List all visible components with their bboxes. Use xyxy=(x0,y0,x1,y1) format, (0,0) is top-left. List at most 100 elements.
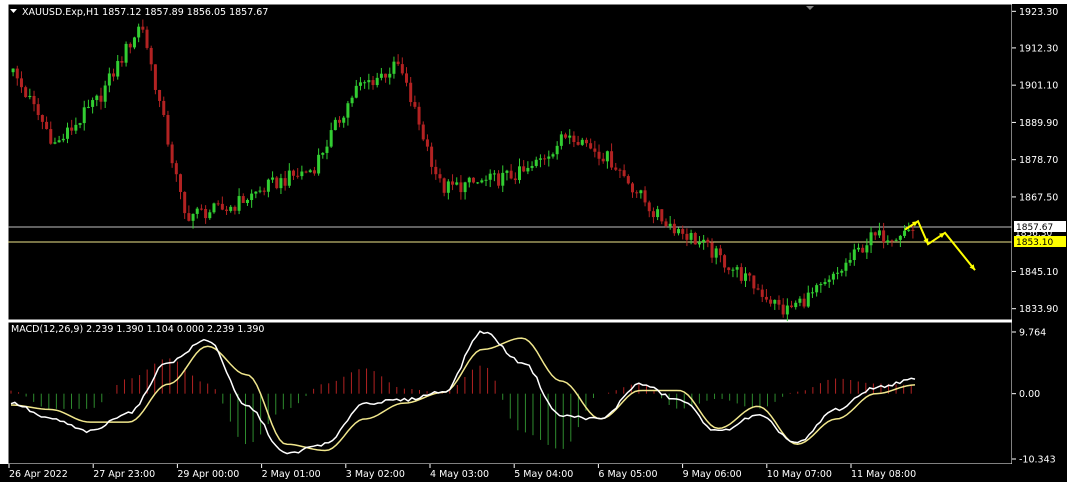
candle-body xyxy=(697,241,701,245)
macd-panel-area[interactable] xyxy=(7,321,1013,465)
candle-body xyxy=(664,221,668,227)
candle-body xyxy=(212,203,216,213)
chart-canvas[interactable]: XAUUSD.Exp,H1 1857.12 1857.89 1856.05 18… xyxy=(0,0,1067,482)
candle-body xyxy=(91,100,95,107)
candle-body xyxy=(258,190,262,192)
candle-body xyxy=(614,167,618,170)
candle-body xyxy=(241,196,245,203)
price-label: 1901.10 xyxy=(1019,81,1058,92)
candle-body xyxy=(501,172,505,186)
candle-body xyxy=(304,171,308,173)
candle-body xyxy=(417,106,421,125)
candle-body xyxy=(409,82,413,103)
candle-body xyxy=(170,144,174,164)
candle-body xyxy=(183,191,187,214)
candle-body xyxy=(208,212,212,219)
candle-body xyxy=(798,298,802,303)
chart-window[interactable]: XAUUSD.Exp,H1 1857.12 1857.89 1856.05 18… xyxy=(0,0,1067,482)
candle-body xyxy=(296,175,300,177)
candle-body xyxy=(375,77,379,86)
candle-body xyxy=(358,82,362,86)
candle-body xyxy=(597,151,601,159)
candle-body xyxy=(572,135,576,143)
candle-body xyxy=(727,267,731,271)
candle-body xyxy=(396,61,400,65)
candle-body xyxy=(894,239,898,241)
candle-body xyxy=(576,142,580,145)
candle-body xyxy=(601,158,605,162)
candle-body xyxy=(626,176,630,184)
candle-body xyxy=(388,73,392,78)
candle-body xyxy=(275,177,279,189)
candle-body xyxy=(898,235,902,240)
candle-body xyxy=(580,139,584,145)
candle-body xyxy=(325,146,329,153)
candle-body xyxy=(530,165,534,168)
time-label: 11 May 08:00 xyxy=(851,469,916,480)
candle-body xyxy=(718,248,722,256)
candle-body xyxy=(128,43,132,48)
candle-body xyxy=(476,182,480,184)
candle-body xyxy=(543,158,547,160)
candle-body xyxy=(651,211,655,218)
candle-body xyxy=(78,123,82,125)
candle-body xyxy=(748,273,752,276)
main-chart-area[interactable] xyxy=(7,3,1013,321)
candle-body xyxy=(660,209,664,222)
candle-body xyxy=(283,178,287,186)
main-chart-title: XAUUSD.Exp,H1 1857.12 1857.89 1856.05 18… xyxy=(22,7,268,18)
candle-body xyxy=(559,134,563,146)
candle-body xyxy=(681,229,685,234)
candle-body xyxy=(455,182,459,185)
candle-body xyxy=(220,203,224,210)
candle-body xyxy=(446,181,450,193)
candle-body xyxy=(760,289,764,297)
candle-body xyxy=(739,267,743,281)
candle-body xyxy=(233,206,237,211)
candle-body xyxy=(647,202,651,212)
time-label: 2 May 01:00 xyxy=(262,469,321,480)
candle-body xyxy=(262,190,266,192)
candle-body xyxy=(723,255,727,268)
candle-body xyxy=(287,170,291,186)
candle-body xyxy=(82,107,86,124)
candle-body xyxy=(36,104,40,116)
candle-body xyxy=(384,73,388,78)
candle-body xyxy=(392,61,396,74)
candle-body xyxy=(162,100,166,116)
candle-body xyxy=(589,143,593,149)
candle-body xyxy=(882,230,886,243)
candle-body xyxy=(764,296,768,300)
candle-body xyxy=(254,191,258,194)
candle-body xyxy=(442,178,446,193)
price-label: 1889.90 xyxy=(1019,118,1058,129)
price-label: 1912.30 xyxy=(1019,43,1058,54)
candle-body xyxy=(773,299,777,304)
candle-body xyxy=(216,203,220,205)
price-label: 1833.90 xyxy=(1019,304,1058,315)
candle-body xyxy=(672,223,676,234)
candle-body xyxy=(538,158,542,160)
candle-body xyxy=(509,170,513,179)
time-label: 6 May 05:00 xyxy=(598,469,657,480)
candle-body xyxy=(19,78,23,88)
candle-body xyxy=(815,285,819,293)
candle-body xyxy=(903,230,907,236)
candle-body xyxy=(631,183,634,193)
candle-body xyxy=(166,115,170,145)
candle-body xyxy=(618,169,622,171)
candle-body xyxy=(844,262,848,271)
candle-body xyxy=(107,73,111,86)
candle-body xyxy=(204,209,208,219)
candle-body xyxy=(534,159,538,166)
candle-body xyxy=(363,82,367,84)
candle-body xyxy=(518,166,521,181)
candle-body xyxy=(413,102,417,107)
candle-body xyxy=(693,232,697,245)
candle-body xyxy=(434,166,438,175)
price-label: 1878.70 xyxy=(1019,155,1058,166)
candle-body xyxy=(15,68,19,79)
candle-body xyxy=(250,193,254,201)
candle-body xyxy=(86,106,90,108)
candle-body xyxy=(706,239,710,243)
